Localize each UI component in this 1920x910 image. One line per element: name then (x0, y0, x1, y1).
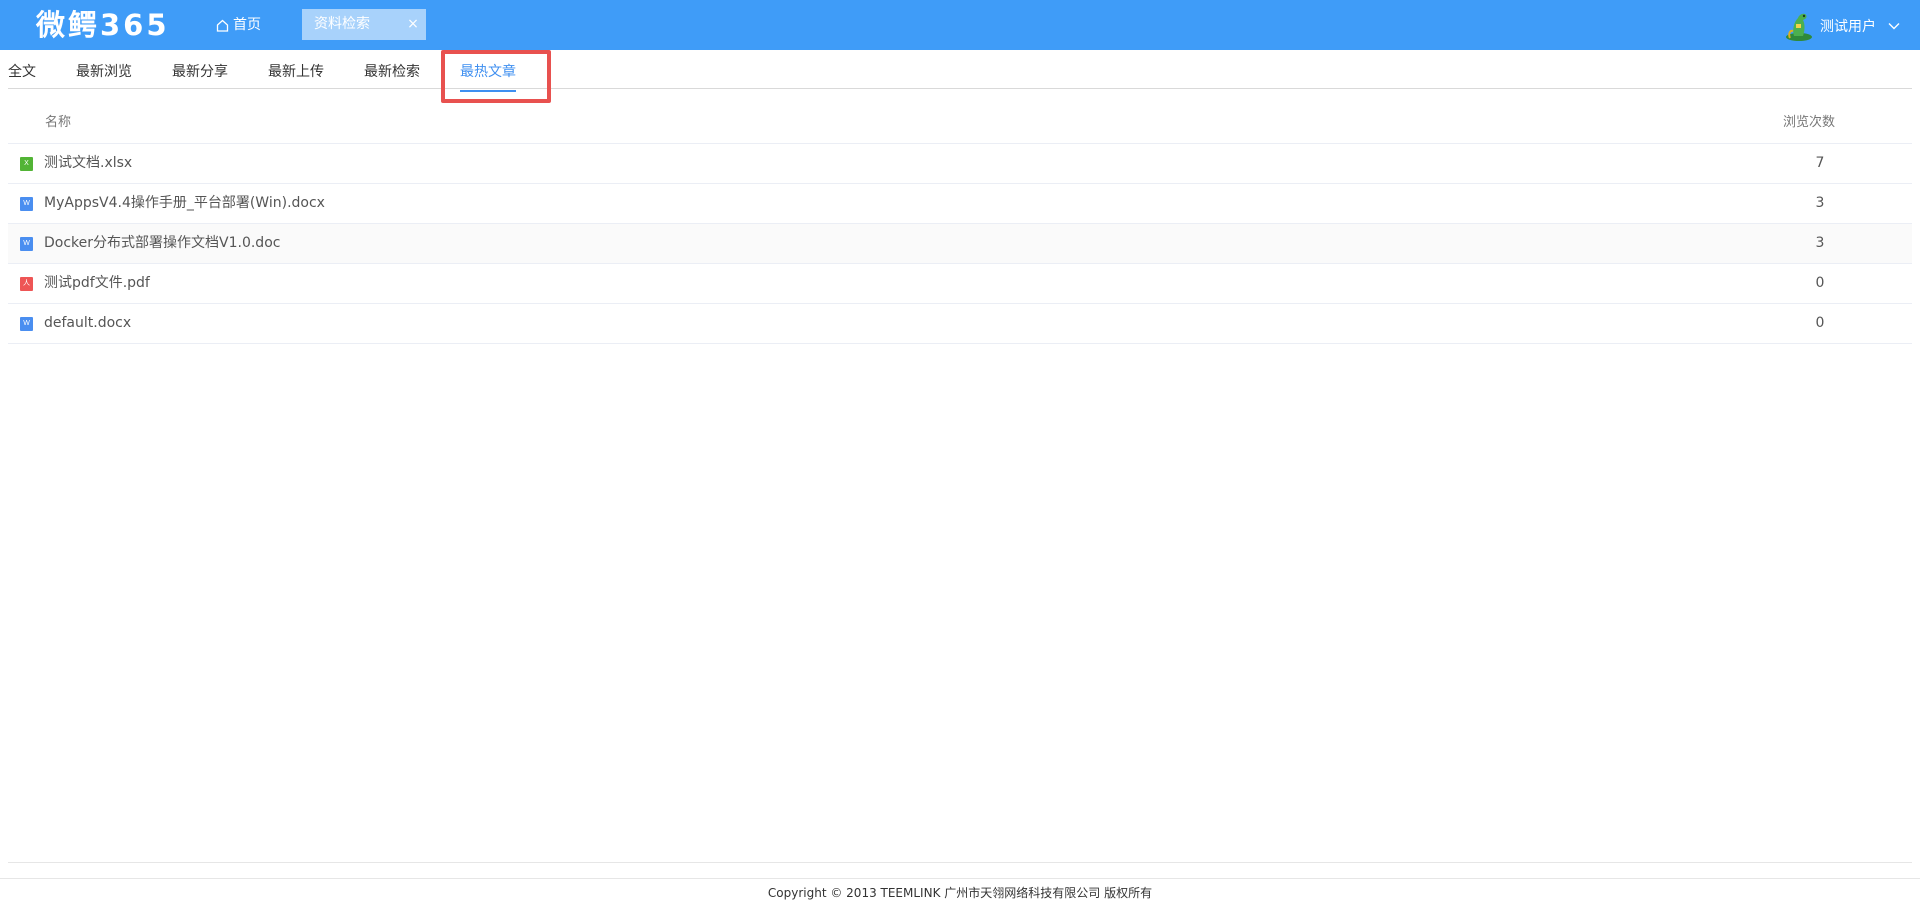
top-header: 微鳄365 首页 资料检索 × 测试用户 (0, 0, 1920, 50)
table-header: 名称 浏览次数 (8, 103, 1912, 144)
nav-home-label: 首页 (233, 17, 261, 33)
open-tab-label: 资料检索 (314, 16, 370, 32)
file-name[interactable]: MyAppsV4.4操作手册_平台部署(Win).docx (44, 184, 325, 223)
view-count: 3 (1815, 235, 1825, 251)
table-row[interactable]: W default.docx 0 (8, 304, 1912, 344)
tab-latest-browse[interactable]: 最新浏览 (76, 62, 132, 82)
tab-latest-upload[interactable]: 最新上传 (268, 62, 324, 82)
footer-copyright: Copyright © 2013 TEEMLINK 广州市天翎网络科技有限公司 … (767, 886, 1153, 900)
word-file-icon: W (20, 317, 33, 331)
view-count: 0 (1815, 315, 1825, 331)
tab-label: 最新检索 (364, 64, 420, 80)
open-tab-resource-search[interactable]: 资料检索 × (302, 9, 426, 40)
word-file-icon: W (20, 197, 33, 211)
app-logo: 微鳄365 (36, 8, 170, 42)
user-name: 测试用户 (1820, 19, 1876, 35)
view-count: 0 (1815, 275, 1825, 291)
table-row[interactable]: W MyAppsV4.4操作手册_平台部署(Win).docx 3 (8, 184, 1912, 224)
active-tab-underline (460, 90, 516, 92)
file-name[interactable]: 测试文档.xlsx (44, 144, 132, 183)
pdf-file-icon: 人 (20, 277, 33, 291)
file-name[interactable]: 测试pdf文件.pdf (44, 264, 150, 303)
view-count: 3 (1815, 195, 1825, 211)
tab-label: 全文 (8, 64, 36, 80)
close-icon[interactable]: × (406, 9, 420, 40)
home-icon (216, 19, 229, 32)
tab-latest-share[interactable]: 最新分享 (172, 62, 228, 82)
nav-home-link[interactable]: 首页 (216, 13, 261, 37)
view-count: 7 (1815, 155, 1825, 171)
tab-label: 最新浏览 (76, 64, 132, 80)
file-name[interactable]: default.docx (44, 304, 131, 343)
table-row[interactable]: X 测试文档.xlsx 7 (8, 144, 1912, 184)
tab-label: 最新分享 (172, 64, 228, 80)
table-row[interactable]: W Docker分布式部署操作文档V1.0.doc 3 (8, 224, 1912, 264)
hot-articles-table: 名称 浏览次数 X 测试文档.xlsx 7 W MyAppsV4.4操作手册_平… (8, 103, 1912, 344)
user-menu[interactable]: 测试用户 (1784, 10, 1900, 42)
excel-file-icon: X (20, 157, 33, 171)
tab-label: 最新上传 (268, 64, 324, 80)
content-divider (8, 862, 1912, 863)
footer-divider (0, 878, 1920, 879)
word-file-icon: W (20, 237, 33, 251)
file-name[interactable]: Docker分布式部署操作文档V1.0.doc (44, 224, 280, 263)
chevron-down-icon[interactable] (1888, 22, 1900, 30)
tab-latest-search[interactable]: 最新检索 (364, 62, 420, 82)
subtab-bar: 全文 最新浏览 最新分享 最新上传 最新检索 最热文章 (8, 50, 1912, 92)
tab-hottest-articles[interactable]: 最热文章 (460, 62, 516, 92)
column-header-views[interactable]: 浏览次数 (1783, 103, 1843, 143)
table-row[interactable]: 人 测试pdf文件.pdf 0 (8, 264, 1912, 304)
tab-label: 最热文章 (460, 64, 516, 80)
avatar (1786, 13, 1812, 41)
tab-full-text[interactable]: 全文 (8, 62, 36, 82)
column-header-name[interactable]: 名称 (45, 103, 71, 143)
